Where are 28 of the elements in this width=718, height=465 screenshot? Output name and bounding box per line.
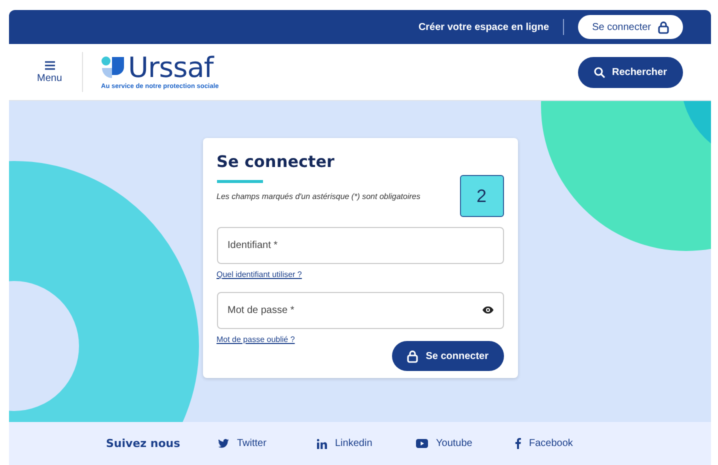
- lock-icon: [406, 350, 418, 362]
- submit-button[interactable]: Se connecter: [392, 341, 504, 371]
- search-icon: [594, 66, 605, 78]
- login-title: Se connecter: [216, 152, 336, 171]
- eye-icon[interactable]: [482, 306, 494, 314]
- menu-button[interactable]: Menu: [35, 52, 84, 92]
- bird-icon: [218, 439, 229, 448]
- facebook-icon: [515, 438, 521, 449]
- logo-text: Urssaf: [128, 54, 214, 82]
- lock-icon: [658, 20, 669, 34]
- play-icon: [416, 439, 428, 448]
- step-badge: 2: [460, 175, 504, 217]
- social-link[interactable]: Facebook: [515, 438, 614, 449]
- social-link[interactable]: Youtube: [416, 438, 515, 449]
- required-note: Les champs marqués d'un astérisque (*) sont obligatoires: [216, 192, 420, 200]
- linkedin-icon: [317, 438, 327, 448]
- social-link[interactable]: Linkedin: [317, 438, 416, 449]
- create-account-link[interactable]: Créer votre espace en ligne: [418, 22, 550, 32]
- help-link[interactable]: Mot de passe oublié ?: [216, 335, 295, 344]
- menu-icon: [44, 60, 54, 70]
- password-field[interactable]: Mot de passe *: [216, 292, 504, 329]
- search-button[interactable]: Rechercher: [578, 56, 683, 88]
- help-link[interactable]: Quel identifiant utiliser ?: [216, 270, 302, 279]
- username-field[interactable]: Identifiant *: [216, 227, 504, 264]
- follow-title: Suivez nous: [106, 437, 182, 450]
- logo-icon: [101, 56, 126, 80]
- login-button[interactable]: Se connecter: [578, 15, 683, 39]
- social-link[interactable]: Twitter: [218, 438, 317, 449]
